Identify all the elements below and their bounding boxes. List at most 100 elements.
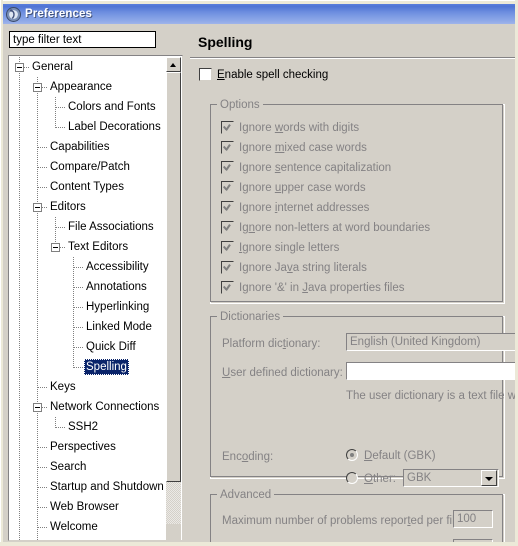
tree-item[interactable]: Workspace [9,537,165,540]
tree-item-label[interactable]: Content Types [48,179,126,195]
tree-item[interactable]: Colors and Fonts [9,97,165,117]
tree-item[interactable]: Welcome [9,517,165,537]
tree-item-label[interactable]: General [30,59,75,75]
max-problems-label: Maximum number of problems reported per … [222,515,465,527]
enable-spell-checking-label[interactable]: Enable spell checking [217,69,328,82]
tree-item-label[interactable]: Editors [48,199,88,215]
option-checkbox[interactable] [221,181,234,194]
tree-item[interactable]: Quick Diff [9,337,165,357]
tree-guide-line [74,367,84,368]
option-label[interactable]: Ignore internet addresses [239,202,369,215]
tree-collapse-icon[interactable] [33,403,42,412]
encoding-default-label[interactable]: Default (GBK) [364,450,436,463]
scrollbar-thumb[interactable] [166,72,181,482]
tree-item-label[interactable]: Startup and Shutdown [48,479,165,495]
option-label[interactable]: Ignore non-letters at word boundaries [239,222,430,235]
option-checkbox[interactable] [221,121,234,134]
tree-item[interactable]: Editors [9,197,165,217]
user-dictionary-field[interactable] [346,362,515,380]
tree-item-label[interactable]: Capabilities [48,139,111,155]
tree-guide-line [19,137,20,157]
tree-collapse-icon[interactable] [33,203,42,212]
chevron-down-icon[interactable] [481,470,497,486]
option-label[interactable]: Ignore upper case words [239,182,366,195]
tree-item[interactable]: Text Editors [9,237,165,257]
tree-item[interactable]: Label Decorations [9,117,165,137]
tree-item[interactable]: Compare/Patch [9,157,165,177]
option-checkbox[interactable] [221,261,234,274]
option-checkbox[interactable] [221,141,234,154]
encoding-other-radio[interactable] [346,472,358,484]
tree-item-label[interactable]: SSH2 [66,419,100,435]
tree-item[interactable]: SSH2 [9,417,165,437]
tree-item[interactable]: Search [9,457,165,477]
tree-item[interactable]: Accessibility [9,257,165,277]
tree-item-label[interactable]: Linked Mode [84,319,154,335]
tree-item[interactable]: Capabilities [9,137,165,157]
option-label[interactable]: Ignore sentence capitalization [239,162,391,175]
tree-collapse-icon[interactable] [15,63,24,72]
tree-item-label[interactable]: Quick Diff [84,339,138,355]
tree-item-label[interactable]: Hyperlinking [84,299,151,315]
option-checkbox[interactable] [221,281,234,294]
title-separator-highlight [190,58,515,59]
tree-item[interactable]: Appearance [9,77,165,97]
tree-item-label[interactable]: Accessibility [84,259,151,275]
encoding-default-radio[interactable] [346,449,358,461]
preferences-tree[interactable]: General Appearance Colors and Fonts Label D… [9,57,165,540]
tree-item-label[interactable]: Text Editors [66,239,130,255]
tree-item-label[interactable]: Colors and Fonts [66,99,158,115]
tree-item[interactable]: Web Browser [9,497,165,517]
tree-item[interactable]: Annotations [9,277,165,297]
tree-guide-line [19,517,20,537]
scroll-up-button[interactable] [166,57,181,72]
tree-item[interactable]: General [9,57,165,77]
title-bar[interactable]: Preferences [3,4,515,24]
tree-item-label[interactable]: File Associations [66,219,156,235]
tree-item-label[interactable]: Label Decorations [66,119,163,135]
tree-item[interactable]: Spelling [9,357,165,377]
tree-item[interactable]: Network Connections [9,397,165,417]
tree-collapse-icon[interactable] [51,243,60,252]
tree-item-label[interactable]: Spelling [84,359,129,375]
option-checkbox[interactable] [221,201,234,214]
option-label[interactable]: Ignore '&' in Java properties files [239,282,405,295]
filter-text-box[interactable] [9,31,156,48]
option-label[interactable]: Ignore words with digits [239,122,359,135]
tree-item-label[interactable]: Network Connections [48,399,161,415]
tree-guide-line [37,237,38,257]
tree-item-label[interactable]: Welcome [48,519,100,535]
platform-dictionary-field[interactable]: English (United Kingdom) [346,333,515,351]
max-proposals-field[interactable]: 20 [453,539,493,542]
tree-item[interactable]: Startup and Shutdown [9,477,165,497]
tree-item[interactable]: Linked Mode [9,317,165,337]
encoding-other-label[interactable]: Other: [364,473,396,486]
tree-collapse-icon[interactable] [33,83,42,92]
option-checkbox[interactable] [221,161,234,174]
option-label[interactable]: Ignore mixed case words [239,142,367,155]
tree-item[interactable]: Perspectives [9,437,165,457]
option-checkbox[interactable] [221,241,234,254]
option-label[interactable]: Ignore single letters [239,242,339,255]
tree-item-label[interactable]: Web Browser [48,499,121,515]
tree-item[interactable]: File Associations [9,217,165,237]
option-label[interactable]: Ignore Java string literals [239,262,367,275]
tree-item-label[interactable]: Search [48,459,88,475]
tree-item-label[interactable]: Keys [48,379,78,395]
max-problems-field[interactable]: 100 [453,510,493,528]
tree-item-label[interactable]: Appearance [48,79,114,95]
tree-item-label[interactable]: Compare/Patch [48,159,132,175]
tree-guide-line [19,257,20,277]
search-input[interactable] [10,32,155,47]
tree-item[interactable]: Keys [9,377,165,397]
tree-item[interactable]: Hyperlinking [9,297,165,317]
tree-item-label[interactable]: Perspectives [48,439,118,455]
tree-item-label[interactable]: Workspace [48,539,109,540]
option-checkbox[interactable] [221,221,234,234]
enable-spell-checking-checkbox[interactable] [199,68,212,81]
spelling-preference-page: Spelling Enable spell checking Options I… [190,28,515,542]
check-mark-icon [224,183,231,190]
tree-item-label[interactable]: Annotations [84,279,149,295]
tree-item[interactable]: Content Types [9,177,165,197]
tree-scrollbar[interactable] [165,57,181,540]
